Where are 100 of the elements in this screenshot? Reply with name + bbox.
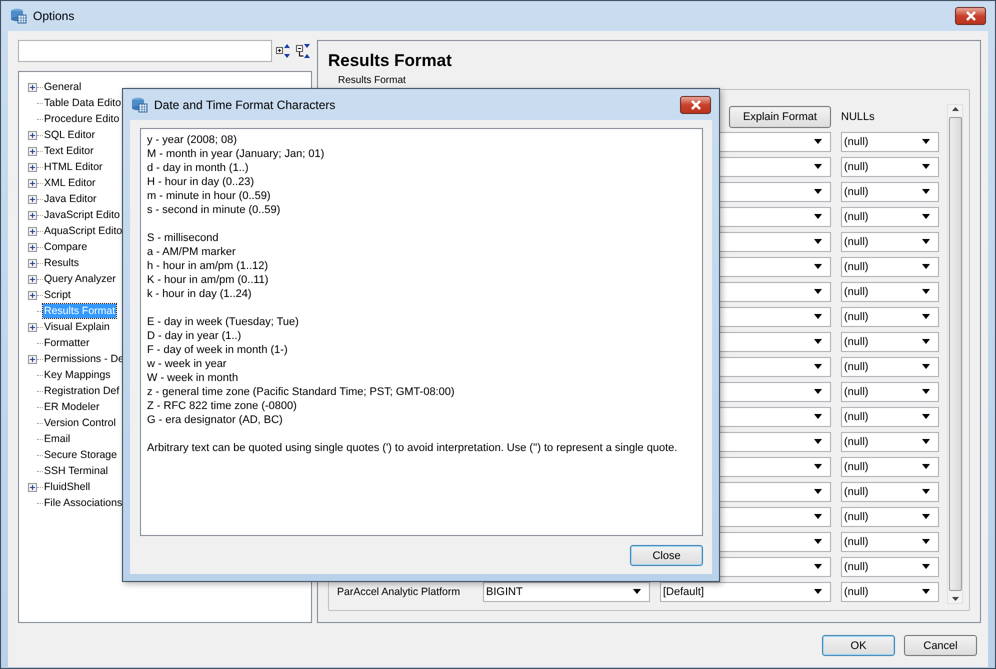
expand-icon[interactable] bbox=[28, 194, 37, 204]
expand-all-icon[interactable] bbox=[276, 43, 292, 59]
window-title: Options bbox=[33, 9, 74, 23]
tree-item[interactable]: Table Data Edito bbox=[43, 96, 122, 110]
tree-item[interactable]: JavaScript Edito bbox=[43, 208, 121, 222]
text-line: a - AM/PM marker bbox=[147, 245, 237, 259]
nulls-dropdown[interactable]: (null) bbox=[841, 506, 939, 526]
dropdown-arrow-icon bbox=[814, 364, 822, 369]
tree-item[interactable]: Java Editor bbox=[43, 192, 98, 206]
nulls-dropdown[interactable]: (null) bbox=[841, 282, 939, 302]
tree-item[interactable]: Secure Storage bbox=[43, 448, 118, 462]
nulls-dropdown[interactable]: (null) bbox=[841, 182, 939, 202]
nulls-dropdown[interactable]: (null) bbox=[841, 556, 939, 576]
tree-item[interactable]: SQL Editor bbox=[43, 128, 96, 142]
dropdown-arrow-icon bbox=[922, 439, 930, 444]
expand-icon[interactable] bbox=[28, 210, 37, 220]
tree-item[interactable]: File Associations bbox=[43, 496, 124, 510]
nulls-dropdown[interactable]: (null) bbox=[841, 232, 939, 252]
dropdown-arrow-icon bbox=[922, 539, 930, 544]
type-dropdown[interactable]: BIGINT bbox=[483, 582, 650, 602]
nulls-dropdown[interactable]: (null) bbox=[841, 382, 939, 402]
nulls-dropdown[interactable]: (null) bbox=[841, 206, 939, 226]
nulls-dropdown[interactable]: (null) bbox=[841, 532, 939, 552]
tree-item[interactable]: ER Modeler bbox=[43, 400, 100, 414]
dropdown-arrow-icon bbox=[922, 139, 930, 144]
expand-icon[interactable] bbox=[28, 354, 37, 364]
nulls-dropdown[interactable]: (null) bbox=[841, 406, 939, 426]
dropdown-arrow-icon bbox=[814, 464, 822, 469]
dropdown-arrow-icon bbox=[922, 414, 930, 419]
dialog-title: Date and Time Format Characters bbox=[154, 98, 336, 112]
expand-icon[interactable] bbox=[28, 322, 37, 332]
nulls-dropdown[interactable]: (null) bbox=[841, 306, 939, 326]
text-line: D - day in year (1..) bbox=[147, 329, 242, 343]
tree-item[interactable]: SSH Terminal bbox=[43, 464, 109, 478]
tree-item[interactable]: Version Control bbox=[43, 416, 117, 430]
scroll-up-icon[interactable] bbox=[952, 107, 958, 111]
tree-item[interactable]: Formatter bbox=[43, 336, 91, 350]
close-button[interactable]: Close bbox=[630, 545, 703, 566]
text-line: h - hour in am/pm (1..12) bbox=[147, 259, 270, 273]
dropdown-arrow-icon bbox=[814, 264, 822, 269]
dropdown-arrow-icon bbox=[814, 239, 822, 244]
expand-icon[interactable] bbox=[28, 226, 37, 236]
expand-icon[interactable] bbox=[28, 146, 37, 156]
tree-item[interactable]: Email bbox=[43, 432, 72, 446]
nulls-dropdown[interactable]: (null) bbox=[841, 582, 939, 602]
tree-item[interactable]: Visual Explain bbox=[43, 320, 111, 334]
close-button[interactable] bbox=[955, 7, 986, 25]
close-icon bbox=[964, 11, 976, 21]
cancel-button[interactable]: Cancel bbox=[904, 635, 977, 656]
nulls-dropdown[interactable]: (null) bbox=[841, 132, 939, 152]
tree-item[interactable]: Script bbox=[43, 288, 72, 302]
text-line: F - day of week in month (1-) bbox=[147, 343, 289, 357]
expand-icon[interactable] bbox=[28, 82, 37, 92]
tree-item[interactable]: Compare bbox=[43, 240, 88, 254]
expand-icon[interactable] bbox=[28, 258, 37, 268]
ok-button[interactable]: OK bbox=[822, 635, 895, 656]
app-icon bbox=[10, 8, 27, 24]
expand-icon[interactable] bbox=[28, 130, 37, 140]
tree-item[interactable]: Text Editor bbox=[43, 144, 95, 158]
dropdown-arrow-icon bbox=[633, 589, 641, 594]
dropdown-arrow-icon bbox=[814, 314, 822, 319]
nulls-dropdown[interactable]: (null) bbox=[841, 156, 939, 176]
nulls-dropdown[interactable]: (null) bbox=[841, 356, 939, 376]
text-line: H - hour in day (0..23) bbox=[147, 175, 255, 189]
expand-icon[interactable] bbox=[28, 242, 37, 252]
expand-icon[interactable] bbox=[28, 290, 37, 300]
expand-icon[interactable] bbox=[28, 162, 37, 172]
format-dropdown[interactable]: [Default] bbox=[660, 582, 831, 602]
tree-item[interactable]: XML Editor bbox=[43, 176, 97, 190]
tree-item[interactable]: Query Analyzer bbox=[43, 272, 117, 286]
group-label: Results Format bbox=[338, 75, 407, 87]
text-line: w - week in year bbox=[147, 357, 228, 371]
tree-item[interactable]: AquaScript Edito bbox=[43, 224, 124, 238]
nulls-dropdown[interactable]: (null) bbox=[841, 332, 939, 352]
tree-item[interactable]: FluidShell bbox=[43, 480, 92, 494]
scrollbar[interactable] bbox=[947, 104, 963, 604]
expand-icon[interactable] bbox=[28, 482, 37, 492]
tree-item[interactable]: HTML Editor bbox=[43, 160, 104, 174]
dropdown-arrow-icon bbox=[922, 464, 930, 469]
tree-item[interactable]: Key Mappings bbox=[43, 368, 112, 382]
tree-item[interactable]: Results bbox=[43, 256, 80, 270]
expand-icon[interactable] bbox=[28, 274, 37, 284]
nulls-dropdown[interactable]: (null) bbox=[841, 456, 939, 476]
tree-item[interactable]: General bbox=[43, 80, 82, 94]
nulls-dropdown[interactable]: (null) bbox=[841, 432, 939, 452]
tree-item[interactable]: Registration Def bbox=[43, 384, 120, 398]
close-button[interactable] bbox=[680, 96, 711, 114]
dropdown-arrow-icon bbox=[922, 514, 930, 519]
scroll-down-icon[interactable] bbox=[952, 597, 958, 601]
tree-item[interactable]: Procedure Edito bbox=[43, 112, 120, 126]
dropdown-arrow-icon bbox=[814, 439, 822, 444]
dropdown-arrow-icon bbox=[814, 339, 822, 344]
text-line: y - year (2008; 08) bbox=[147, 133, 238, 147]
expand-icon[interactable] bbox=[28, 178, 37, 188]
collapse-all-icon[interactable] bbox=[296, 43, 312, 59]
nulls-dropdown[interactable]: (null) bbox=[841, 256, 939, 276]
dropdown-arrow-icon bbox=[814, 514, 822, 519]
search-field[interactable] bbox=[18, 40, 272, 62]
explain-format-button[interactable]: Explain Format bbox=[729, 106, 831, 128]
nulls-dropdown[interactable]: (null) bbox=[841, 482, 939, 502]
